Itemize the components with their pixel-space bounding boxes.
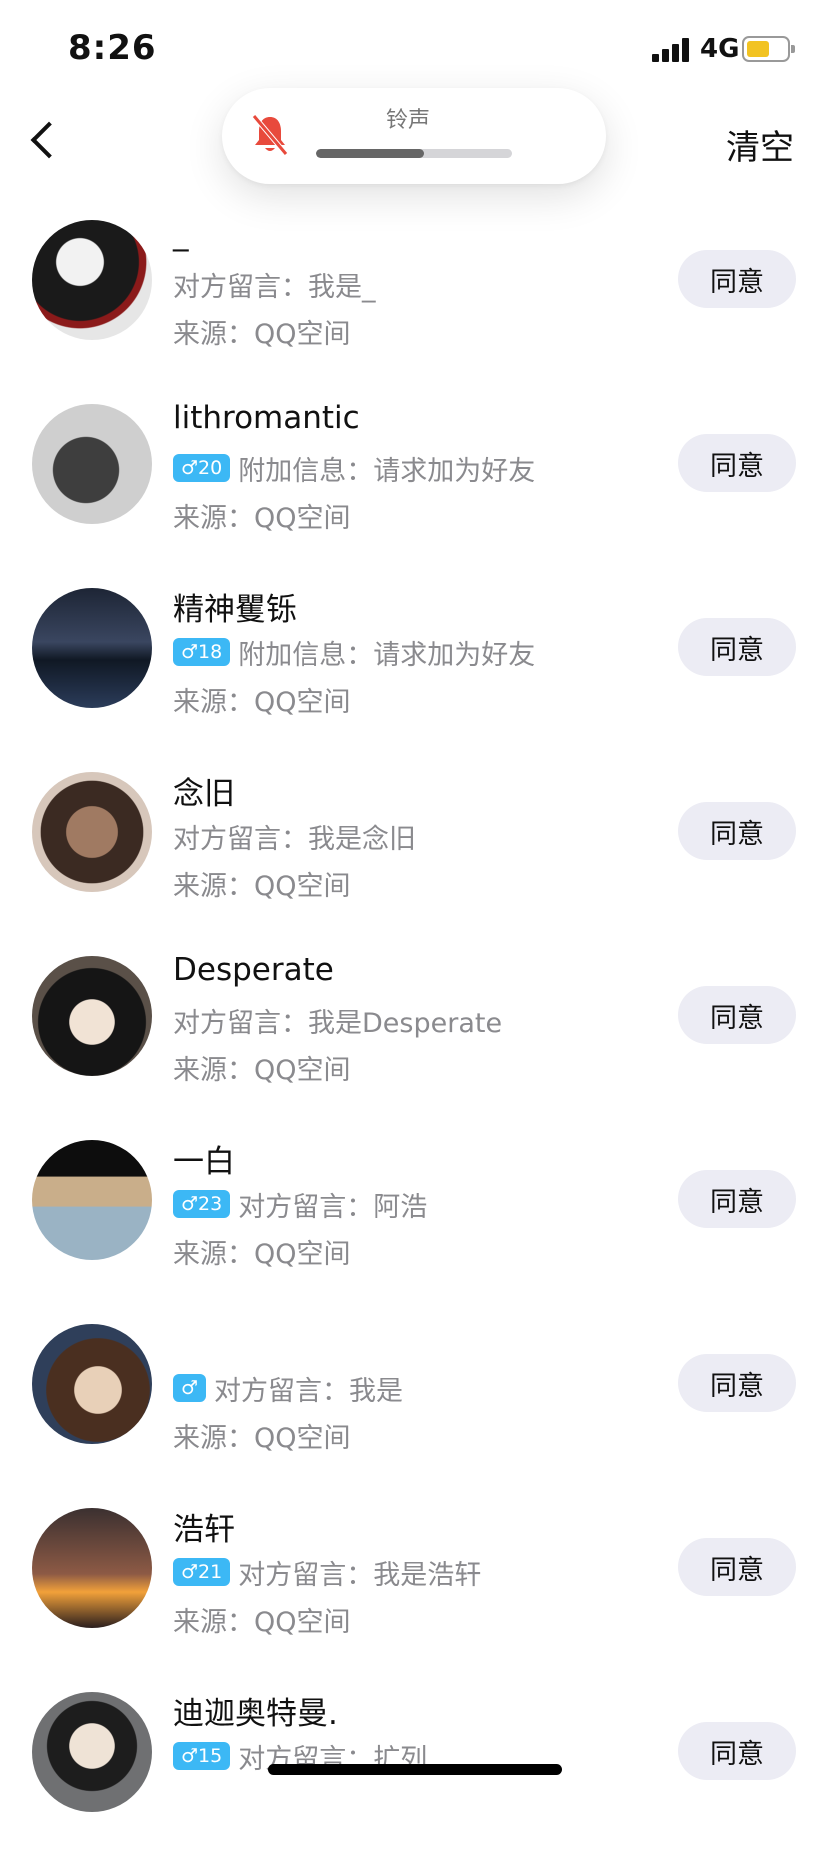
request-source: 来源：QQ空间	[173, 1239, 351, 1270]
contact-name: lithromantic	[173, 400, 360, 436]
friend-request-row[interactable]: 一白 ♂23 对方留言：阿浩 来源：QQ空间 同意	[0, 1120, 828, 1304]
agree-button[interactable]: 同意	[678, 1354, 796, 1412]
gender-age-badge: ♂21	[173, 1558, 231, 1586]
gender-age-badge: ♂23	[173, 1190, 231, 1218]
gender-age-badge: ♂18	[173, 638, 231, 666]
request-info: ♂23 对方留言：阿浩	[173, 1186, 428, 1223]
avatar[interactable]	[32, 220, 152, 340]
network-type: 4G	[700, 34, 740, 64]
request-info: 对方留言：我是Desperate	[173, 1002, 503, 1039]
back-button[interactable]	[24, 117, 64, 165]
friend-request-row[interactable]: Desperate 对方留言：我是Desperate 来源：QQ空间 同意	[0, 936, 828, 1120]
friend-request-row[interactable]: 念旧 对方留言：我是念旧 来源：QQ空间 同意	[0, 752, 828, 936]
contact-name: 精神矍铄	[173, 592, 297, 628]
agree-button[interactable]: 同意	[678, 618, 796, 676]
friend-request-row[interactable]: ♂ 对方留言：我是 来源：QQ空间 同意	[0, 1304, 828, 1488]
request-source: 来源：QQ空间	[173, 1607, 351, 1638]
gender-age-badge: ♂15	[173, 1742, 231, 1770]
gender-age-badge: ♂	[173, 1374, 207, 1402]
request-message: 对方留言：我是念旧	[173, 823, 416, 855]
avatar[interactable]	[32, 956, 152, 1076]
contact-name: 浩轩	[173, 1512, 235, 1548]
request-message: 附加信息：请求加为好友	[238, 639, 536, 671]
contact-name: 迪迦奥特曼.	[173, 1696, 338, 1732]
contact-name: _	[173, 216, 189, 252]
friend-request-row[interactable]: 精神矍铄 ♂18 附加信息：请求加为好友 来源：QQ空间 同意	[0, 568, 828, 752]
request-source: 来源：QQ空间	[173, 319, 351, 350]
gender-age-badge: ♂20	[173, 454, 231, 482]
friend-request-row[interactable]: lithromantic ♂20 附加信息：请求加为好友 来源：QQ空间 同意	[0, 384, 828, 568]
battery-icon	[742, 36, 795, 62]
ringer-toast: 铃声	[222, 88, 606, 184]
request-message: 对方留言：我是_	[173, 271, 376, 303]
volume-bar-fill	[316, 149, 424, 158]
agree-button[interactable]: 同意	[678, 1722, 796, 1780]
avatar[interactable]	[32, 404, 152, 524]
avatar[interactable]	[32, 1508, 152, 1628]
contact-name: 念旧	[173, 776, 235, 812]
friend-request-row[interactable]: _ 对方留言：我是_ 来源：QQ空间 同意	[0, 200, 828, 384]
contact-name: Desperate	[173, 952, 334, 988]
friend-request-list: _ 对方留言：我是_ 来源：QQ空间 同意 lithromantic ♂20 附…	[0, 200, 828, 1856]
volume-bar	[316, 149, 512, 158]
avatar[interactable]	[32, 1692, 152, 1812]
friend-request-row[interactable]: 浩轩 ♂21 对方留言：我是浩轩 来源：QQ空间 同意	[0, 1488, 828, 1672]
request-message: 附加信息：请求加为好友	[238, 455, 536, 487]
request-info: ♂21 对方留言：我是浩轩	[173, 1554, 482, 1591]
bell-muted-icon	[252, 114, 288, 156]
request-source: 来源：QQ空间	[173, 1055, 351, 1086]
agree-button[interactable]: 同意	[678, 434, 796, 492]
ringer-label: 铃声	[386, 108, 431, 133]
avatar[interactable]	[32, 588, 152, 708]
battery-level	[747, 41, 769, 57]
request-source: 来源：QQ空间	[173, 687, 351, 718]
home-indicator	[268, 1764, 562, 1775]
agree-button[interactable]: 同意	[678, 986, 796, 1044]
agree-button[interactable]: 同意	[678, 1170, 796, 1228]
request-source: 来源：QQ空间	[173, 871, 351, 902]
request-message: 对方留言：阿浩	[238, 1191, 428, 1223]
avatar[interactable]	[32, 1140, 152, 1260]
agree-button[interactable]: 同意	[678, 802, 796, 860]
request-info: 对方留言：我是_	[173, 266, 376, 303]
request-message: 对方留言：我是浩轩	[238, 1559, 482, 1591]
agree-button[interactable]: 同意	[678, 250, 796, 308]
contact-name: 一白	[173, 1144, 235, 1180]
cellular-signal-icon	[652, 38, 692, 62]
request-source: 来源：QQ空间	[173, 503, 351, 534]
clear-button[interactable]: 清空	[726, 120, 794, 169]
avatar[interactable]	[32, 1324, 152, 1444]
request-info: ♂ 对方留言：我是	[173, 1370, 404, 1407]
status-bar: 8:26 4G	[0, 0, 828, 100]
request-message: 对方留言：我是Desperate	[173, 1007, 503, 1039]
avatar[interactable]	[32, 772, 152, 892]
request-info: 对方留言：我是念旧	[173, 818, 416, 855]
request-info: ♂18 附加信息：请求加为好友	[173, 634, 536, 671]
request-info: ♂20 附加信息：请求加为好友	[173, 450, 536, 487]
agree-button[interactable]: 同意	[678, 1538, 796, 1596]
request-message: 对方留言：我是	[214, 1375, 404, 1407]
request-source: 来源：QQ空间	[173, 1423, 351, 1454]
status-time: 8:26	[68, 28, 157, 68]
